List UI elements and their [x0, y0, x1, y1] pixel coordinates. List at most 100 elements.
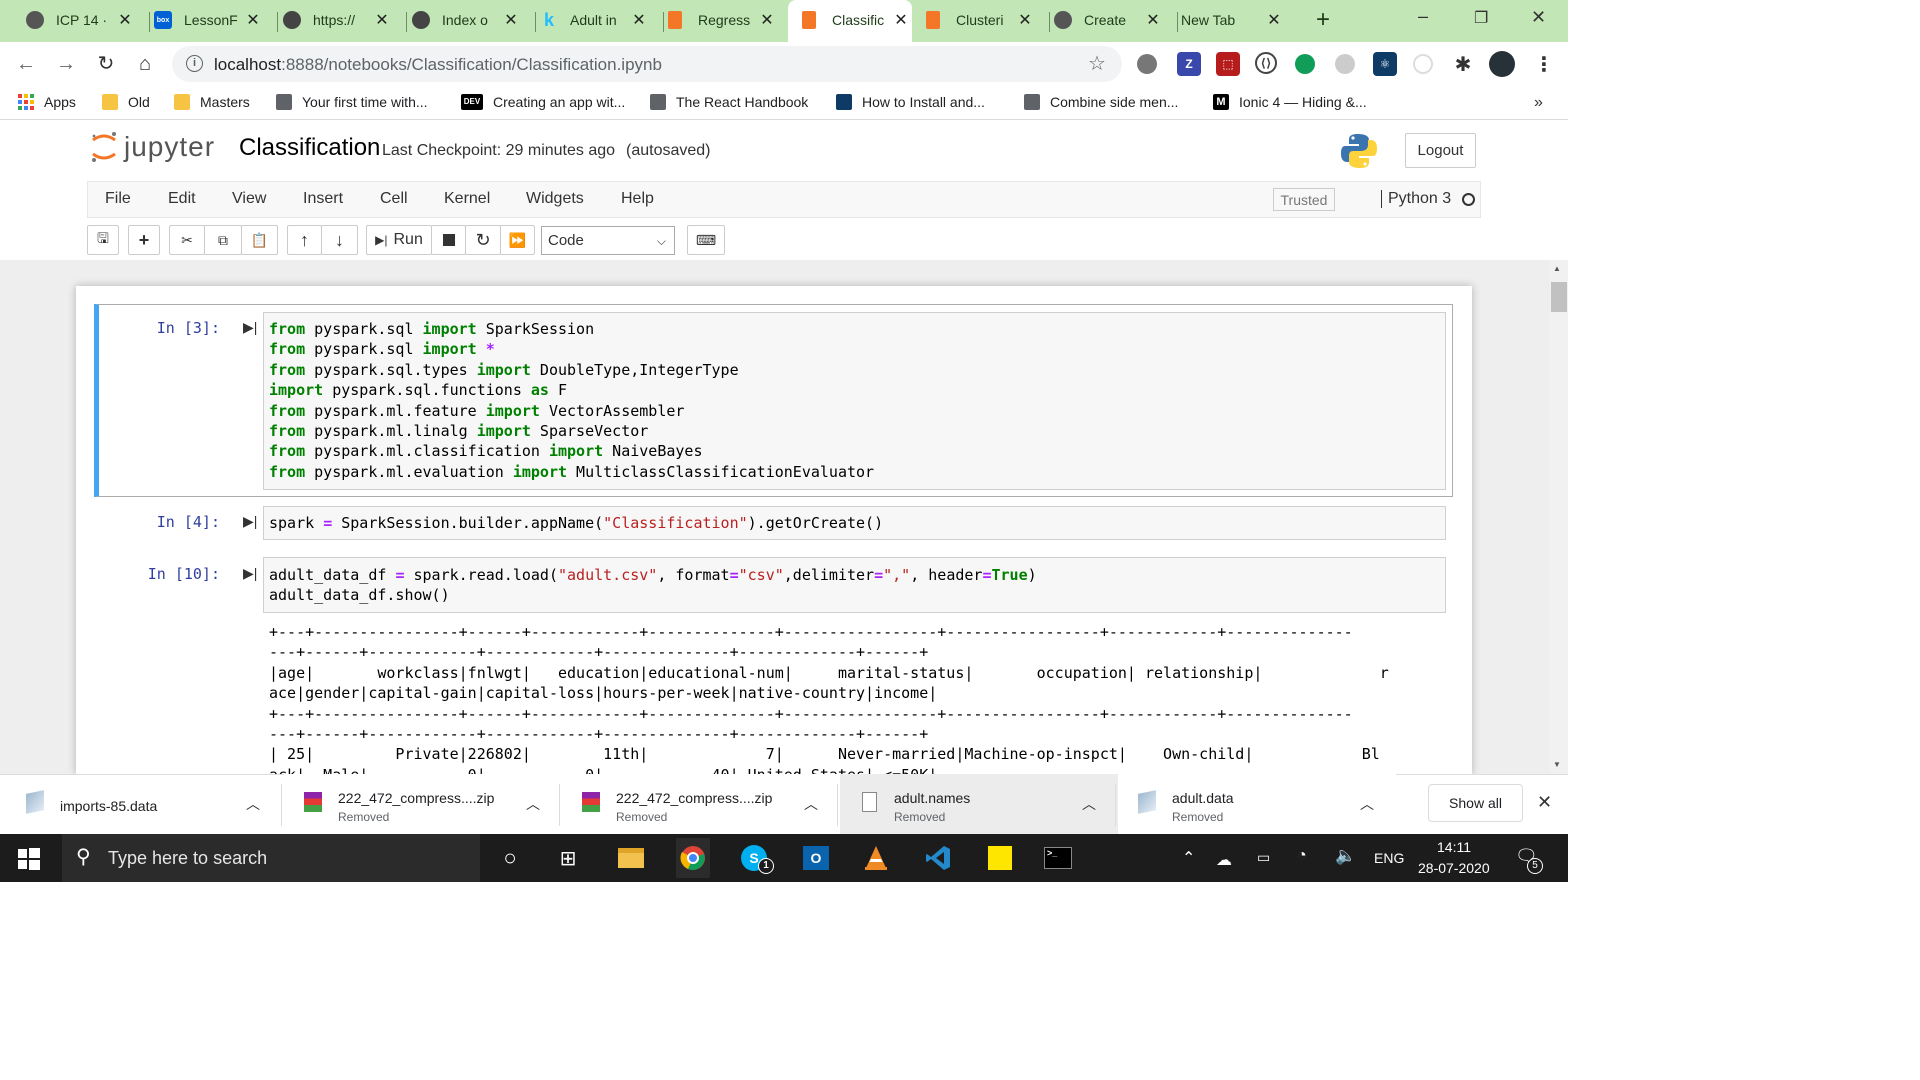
bookmark-item[interactable]: Masters [174, 94, 250, 110]
command-palette-button[interactable]: ⌨ [687, 225, 725, 255]
menu-help[interactable]: Help [621, 190, 654, 208]
grammarly-icon[interactable] [1295, 54, 1315, 74]
download-item[interactable]: 222_472_compress....zip Removed ︿ [284, 774, 562, 834]
download-item[interactable]: imports-85.data ︿ [0, 774, 278, 834]
restore-window-button[interactable]: ❐ [1474, 8, 1488, 28]
battery-icon[interactable]: ▭ [1257, 849, 1270, 866]
browser-tab[interactable]: box LessonF ✕ [154, 0, 264, 42]
chevron-up-icon[interactable]: ︿ [804, 794, 818, 814]
language-indicator[interactable]: ENG [1374, 850, 1404, 866]
tab-close-icon[interactable]: ✕ [1016, 10, 1034, 30]
chevron-up-icon[interactable]: ︿ [1082, 794, 1096, 814]
bookmark-item[interactable]: Old [102, 94, 150, 110]
logout-button[interactable]: Logout [1405, 133, 1476, 168]
bookmark-star-icon[interactable]: ☆ [1088, 51, 1106, 76]
tab-close-icon[interactable]: ✕ [630, 10, 648, 30]
browser-tab[interactable]: Clusteri ✕ [926, 0, 1036, 42]
restart-kernel-button[interactable]: ↻ [465, 225, 501, 255]
chevron-up-icon[interactable]: ︿ [1360, 794, 1374, 814]
menu-widgets[interactable]: Widgets [526, 190, 584, 208]
windows-start-icon[interactable] [18, 848, 40, 870]
trusted-indicator[interactable]: Trusted [1273, 188, 1335, 211]
menu-cell[interactable]: Cell [380, 190, 408, 208]
browser-tab[interactable]: https://✕ [283, 0, 393, 42]
clock-date[interactable]: 28-07-2020 [1418, 860, 1490, 876]
download-item[interactable]: adult.data Removed ︿ [1118, 774, 1396, 834]
close-window-button[interactable]: ✕ [1531, 7, 1546, 28]
task-view-icon[interactable]: ⊞ [552, 842, 584, 874]
run-cell-icon[interactable]: ▶| [243, 565, 257, 582]
scroll-up-icon[interactable]: ▲ [1553, 264, 1561, 273]
browser-tab-active[interactable]: Classific ✕ [788, 0, 912, 42]
tab-close-icon[interactable]: ✕ [758, 10, 776, 30]
tab-close-icon[interactable]: ✕ [892, 10, 910, 30]
bookmark-item[interactable]: Your first time with... [276, 94, 428, 110]
bookmark-item[interactable]: DEV Creating an app wit... [461, 94, 625, 110]
browser-menu-icon[interactable]: ⋮ [1532, 52, 1556, 76]
code-input[interactable]: spark = SparkSession.builder.appName("Cl… [263, 506, 1446, 540]
extension-ring-icon[interactable] [1413, 54, 1433, 74]
pdf-icon[interactable]: ⬚ [1216, 52, 1240, 76]
address-bar[interactable]: i localhost:8888/notebooks/Classificatio… [172, 46, 1122, 82]
wifi-icon[interactable]: ◔ [1297, 847, 1307, 865]
bookmark-item[interactable]: Apps [18, 94, 76, 110]
tab-close-icon[interactable]: ✕ [1265, 10, 1283, 30]
scroll-down-icon[interactable]: ▼ [1553, 760, 1561, 769]
zotero-icon[interactable]: Z [1177, 52, 1201, 76]
save-button[interactable]: 🖫 [87, 225, 119, 255]
move-up-button[interactable]: ↑ [287, 225, 322, 255]
browser-tab[interactable]: Regress ✕ [668, 0, 778, 42]
code-input[interactable]: adult_data_df = spark.read.load("adult.c… [263, 557, 1446, 613]
back-arrow-icon[interactable]: ← [14, 52, 38, 76]
site-info-icon[interactable]: i [186, 55, 203, 72]
download-item[interactable]: 222_472_compress....zip Removed ︿ [562, 774, 840, 834]
move-down-button[interactable]: ↓ [321, 225, 358, 255]
paste-cells-button[interactable]: 📋 [241, 225, 278, 255]
notebook-name[interactable]: Classification [239, 134, 380, 162]
chrome-icon[interactable] [676, 838, 710, 878]
jupyter-logo[interactable]: jupyter [90, 130, 215, 164]
browser-tab[interactable]: ICP 14 · ✕ [26, 0, 136, 42]
scrollbar-thumb[interactable] [1551, 282, 1567, 312]
file-explorer-icon[interactable] [615, 842, 647, 874]
bookmarks-overflow-icon[interactable]: » [1534, 94, 1543, 112]
menu-insert[interactable]: Insert [303, 190, 343, 208]
run-cell-icon[interactable]: ▶| [243, 319, 257, 336]
cut-cells-button[interactable]: ✂ [169, 225, 205, 255]
run-cell-icon[interactable]: ▶| [243, 513, 257, 530]
cortana-icon[interactable]: ○ [494, 842, 526, 874]
taskbar-search-box[interactable]: ⚲ Type here to search [62, 834, 480, 882]
show-all-downloads-button[interactable]: Show all [1428, 784, 1523, 822]
chevron-up-icon[interactable]: ︿ [246, 794, 260, 814]
react-devtools-icon[interactable]: ⚛ [1373, 52, 1397, 76]
reload-icon[interactable]: ↻ [94, 52, 118, 76]
tab-close-icon[interactable]: ✕ [116, 10, 134, 30]
vscode-icon[interactable] [922, 842, 954, 874]
browser-tab[interactable]: k Adult in ✕ [540, 0, 650, 42]
browser-tab[interactable]: Index o ✕ [412, 0, 522, 42]
bookmark-item[interactable]: M Ionic 4 — Hiding &... [1213, 94, 1367, 110]
menu-file[interactable]: File [105, 190, 131, 208]
skype-icon[interactable]: S1 [738, 842, 774, 874]
interrupt-kernel-button[interactable] [431, 225, 466, 255]
minimize-window-button[interactable]: – [1418, 6, 1428, 27]
menu-edit[interactable]: Edit [168, 190, 196, 208]
bookmark-item[interactable]: Combine side men... [1024, 94, 1178, 110]
restart-run-all-button[interactable]: ⏩ [500, 225, 535, 255]
menu-kernel[interactable]: Kernel [444, 190, 490, 208]
terminal-icon[interactable]: >_ [1043, 842, 1073, 874]
home-icon[interactable]: ⌂ [133, 52, 157, 76]
onedrive-icon[interactable]: ☁ [1216, 850, 1232, 870]
volume-icon[interactable]: 🔈 [1335, 846, 1356, 866]
bookmark-item[interactable]: The React Handbook [650, 94, 808, 110]
page-scrollbar[interactable] [1550, 260, 1568, 774]
download-item[interactable]: adult.names Removed ︿ [840, 774, 1118, 834]
browser-tab[interactable]: Create ✕ [1054, 0, 1164, 42]
extensions-puzzle-icon[interactable]: ✱ [1451, 52, 1475, 76]
profile-avatar[interactable] [1489, 51, 1515, 77]
cell-type-select[interactable]: Code ⌵ [541, 226, 675, 255]
close-downloads-icon[interactable]: ✕ [1537, 792, 1552, 813]
clock-time[interactable]: 14:11 [1437, 839, 1471, 855]
bookmark-item[interactable]: How to Install and... [836, 94, 985, 110]
menu-view[interactable]: View [232, 190, 266, 208]
